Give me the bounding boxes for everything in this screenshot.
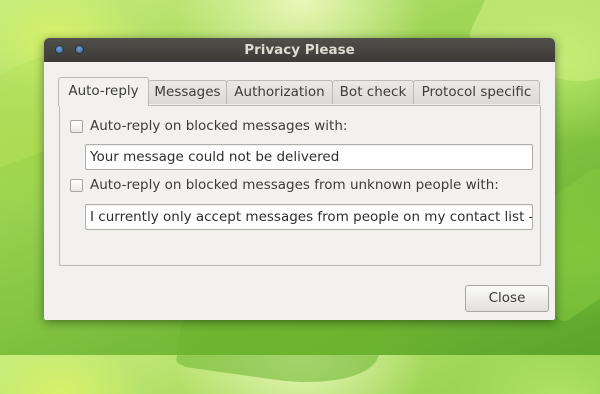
unknown-autoreply-label: Auto-reply on blocked messages from unkn… (90, 177, 499, 193)
blocked-autoreply-checkbox[interactable] (70, 120, 83, 133)
tab-protocol-specific[interactable]: Protocol specific (413, 80, 540, 104)
auto-reply-panel: Auto-reply on blocked messages with: You… (59, 105, 541, 266)
tab-bot-check[interactable]: Bot check (332, 80, 414, 104)
tab-auto-reply[interactable]: Auto-reply (58, 77, 149, 106)
close-button[interactable]: Close (465, 285, 549, 312)
blocked-autoreply-message-input[interactable]: Your message could not be delivered (85, 144, 533, 170)
title-bar[interactable]: Privacy Please (44, 38, 555, 62)
window-title: Privacy Please (244, 42, 355, 58)
privacy-please-dialog: Privacy Please Auto-reply Messages Autho… (44, 38, 555, 320)
unknown-autoreply-checkbox[interactable] (70, 179, 83, 192)
tab-authorization[interactable]: Authorization (226, 80, 333, 104)
unknown-autoreply-message-input[interactable]: I currently only accept messages from pe… (85, 204, 533, 230)
blocked-autoreply-label: Auto-reply on blocked messages with: (90, 118, 348, 134)
tab-messages[interactable]: Messages (148, 80, 227, 104)
